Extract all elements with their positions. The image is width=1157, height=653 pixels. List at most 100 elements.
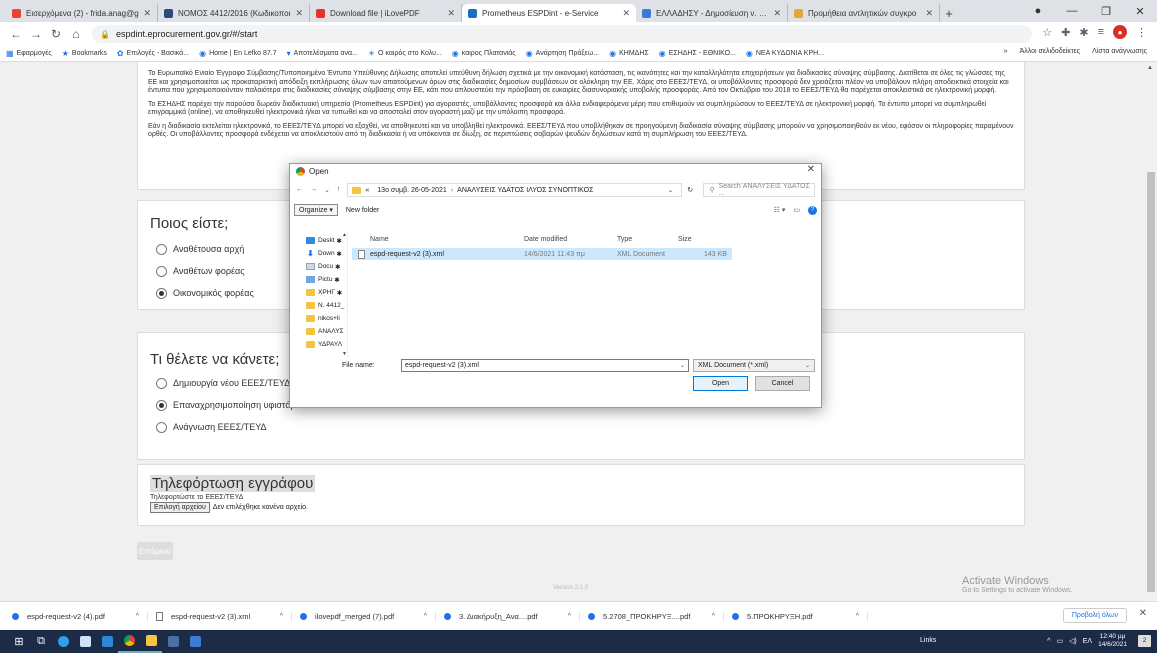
close-icon[interactable]: ✕	[1139, 608, 1147, 619]
chevron-down-icon[interactable]: ⌄	[668, 187, 673, 194]
puzzle-icon[interactable]: ✱	[1079, 26, 1088, 39]
bookmark-item[interactable]: ◉ ΕΣΗΔΗΣ - ΕΘΝΙΚΟ...	[659, 49, 736, 58]
nav-item-folder[interactable]: ΥΔΡΑΥΛ	[290, 338, 347, 351]
menu-icon[interactable]: ⋮	[1136, 26, 1147, 39]
extension-icon[interactable]: ✚	[1061, 26, 1070, 39]
close-icon[interactable]: ✕	[447, 8, 455, 19]
language-indicator[interactable]: ΕΛ	[1083, 638, 1092, 645]
tab-elladisy[interactable]: ΕΛΛΑΔΗΣΥ - Δημοσίευση ν. 4782 ✕	[636, 4, 788, 22]
file-type-select[interactable]: XML Document (*.xml) ⌄	[693, 359, 815, 372]
reading-list-button[interactable]: Λίστα ανάγνωσης	[1092, 48, 1147, 55]
tab-prometheus[interactable]: Prometheus ESPDint - e-Service ✕	[462, 4, 636, 22]
lock-icon[interactable]: 🔒	[100, 30, 110, 39]
maximize-icon[interactable]: ❐	[1089, 5, 1123, 18]
url-bar[interactable]: 🔒 espdint.eprocurement.gov.gr/#/start	[92, 25, 1032, 43]
network-icon[interactable]: ▭	[1056, 637, 1063, 645]
page-scrollbar[interactable]: ▲	[1145, 62, 1157, 601]
bookmark-item[interactable]: ◉ καιρος Πλατανιάς	[452, 49, 516, 58]
nav-item-folder[interactable]: ΑΝΑΛΥΣ	[290, 325, 347, 338]
scroll-up-icon[interactable]: ▲	[342, 232, 347, 238]
reading-list-icon[interactable]: ≡	[1098, 26, 1104, 38]
nav-item-folder[interactable]: ΧΡΗΓ ✱	[290, 286, 347, 299]
nav-item-folder[interactable]: Ν. 4412_	[290, 299, 347, 312]
volume-icon[interactable]: ◁)	[1069, 637, 1077, 645]
download-item[interactable]: 3. Διακήρυξη_Ανα....pdf ^	[436, 611, 580, 621]
nav-item-downloads[interactable]: ⬇ Down ✱	[290, 247, 347, 260]
other-bookmarks-folder[interactable]: Άλλοι σελιδοδείκτες	[1020, 48, 1081, 55]
star-icon[interactable]: ☆	[1042, 26, 1052, 39]
bookmark-item[interactable]: ★ Bookmarks	[62, 49, 107, 58]
download-item[interactable]: 5.2708_ΠΡΟΚΗΡΥΞ....pdf ^	[580, 611, 724, 621]
column-size[interactable]: Size	[678, 236, 692, 243]
tab-gmail[interactable]: Εισερχόμενα (2) - frida.anag@g ✕	[6, 4, 158, 22]
refresh-icon[interactable]: ↻	[682, 186, 699, 194]
preview-pane-icon[interactable]: ▭	[793, 206, 800, 214]
action-read[interactable]: Ανάγνωση ΕΕΕΣ/ΤΕΥΔ	[156, 416, 1024, 438]
download-item[interactable]: ilovepdf_merged (7).pdf ^	[292, 611, 436, 621]
column-date-modified[interactable]: Date modified	[524, 236, 567, 243]
minimize-icon[interactable]: —	[1055, 5, 1089, 17]
windows-start-icon[interactable]: ⊞	[8, 630, 30, 653]
bookmark-item[interactable]: ▦ Εφαρμογές	[6, 49, 52, 58]
chevron-up-icon[interactable]: ^	[280, 613, 283, 620]
calculator-icon[interactable]	[162, 630, 184, 653]
forward-icon[interactable]: →	[310, 186, 317, 194]
up-icon[interactable]: ↑	[337, 186, 341, 194]
radio-button[interactable]	[156, 243, 167, 255]
choose-file-button[interactable]: Επιλογή αρχείου	[150, 502, 210, 513]
bookmark-item[interactable]: ▾ Αποτελέσματα ανα...	[287, 49, 358, 58]
chevron-down-icon[interactable]: ⌄	[680, 362, 685, 369]
scroll-up-icon[interactable]: ▲	[1147, 65, 1153, 71]
bookmark-item[interactable]: ◉ ΚΗΜΔΗΣ	[609, 49, 649, 58]
radio-button[interactable]	[156, 265, 167, 277]
radio-button[interactable]	[156, 421, 167, 433]
chevron-up-icon[interactable]: ^	[568, 613, 571, 620]
download-item[interactable]: espd-request-v2 (4).pdf ^	[4, 611, 148, 621]
scrollbar-thumb[interactable]	[1147, 172, 1155, 592]
column-name[interactable]: Name	[370, 236, 389, 243]
close-icon[interactable]: ✕	[807, 164, 815, 175]
record-icon[interactable]: ●	[1021, 5, 1055, 17]
download-item[interactable]: 5.ΠΡΟΚΗΡΥΞΗ.pdf ^	[724, 611, 868, 621]
folder-search-input[interactable]: ⚲ Search ΑΝΑΛΥΣΕΙΣ ΥΔΑΤΟΣ ...	[703, 183, 815, 197]
open-button[interactable]: Open	[693, 376, 748, 391]
notification-icon[interactable]: 2	[1138, 635, 1151, 647]
nav-item-documents[interactable]: Docu ✱	[290, 260, 347, 273]
photos-icon[interactable]	[184, 630, 206, 653]
links-toolbar[interactable]: Links	[920, 637, 936, 644]
profile-avatar[interactable]: ●	[1113, 25, 1127, 39]
new-tab-button[interactable]: +	[940, 4, 958, 22]
mail-icon[interactable]	[96, 630, 118, 653]
dropdown-icon[interactable]: ⌄	[324, 186, 330, 194]
tab-ilovepdf[interactable]: Download file | iLovePDF ✕	[310, 4, 462, 22]
chevron-up-icon[interactable]: ^	[424, 613, 427, 620]
next-button[interactable]: Επόμενο	[137, 542, 173, 560]
chevron-up-icon[interactable]: ^	[1047, 638, 1050, 645]
chevron-up-icon[interactable]: ^	[136, 613, 139, 620]
path-breadcrumb[interactable]: « 13ο συμβ. 26-05-2021 › ΑΝΑΛΥΣΕΙΣ ΥΔΑΤΟ…	[347, 183, 682, 197]
file-row[interactable]: espd-request-v2 (3).xml 14/6/2021 11:43 …	[352, 248, 732, 260]
close-window-icon[interactable]: ✕	[1123, 5, 1157, 18]
organize-button[interactable]: Organize ▾	[294, 204, 338, 216]
nav-item-pictures[interactable]: Pictu ✱	[290, 273, 347, 286]
clock[interactable]: 12:40 μμ 14/6/2021	[1098, 633, 1127, 649]
cancel-button[interactable]: Cancel	[755, 376, 810, 391]
bookmark-item[interactable]: ◉ ΝΕΑ ΚΥΔΩΝΙΑ ΚΡΗ...	[746, 49, 824, 58]
reload-icon[interactable]: ↻	[46, 27, 66, 41]
edge-icon[interactable]	[52, 630, 74, 653]
chrome-icon[interactable]	[118, 630, 140, 653]
column-type[interactable]: Type	[617, 236, 632, 243]
breadcrumb-item[interactable]: 13ο συμβ. 26-05-2021	[377, 187, 447, 194]
tab-promitheia[interactable]: Προμήθεια αντλητικών συγκρο ✕	[788, 4, 940, 22]
new-folder-button[interactable]: New folder	[346, 207, 379, 214]
view-options-icon[interactable]: ☷ ▾	[774, 206, 786, 214]
nav-item-desktop[interactable]: Deskt ✱	[290, 234, 347, 247]
close-icon[interactable]: ✕	[143, 8, 151, 19]
close-icon[interactable]: ✕	[295, 8, 303, 19]
help-icon[interactable]: ?	[808, 205, 817, 215]
task-view-icon[interactable]: ⧉	[30, 630, 52, 653]
home-icon[interactable]: ⌂	[66, 27, 86, 41]
nav-item-folder[interactable]: nikos+li	[290, 312, 347, 325]
download-item[interactable]: espd-request-v2 (3).xml ^	[148, 611, 292, 621]
more-bookmarks-button[interactable]: »	[1004, 48, 1008, 55]
